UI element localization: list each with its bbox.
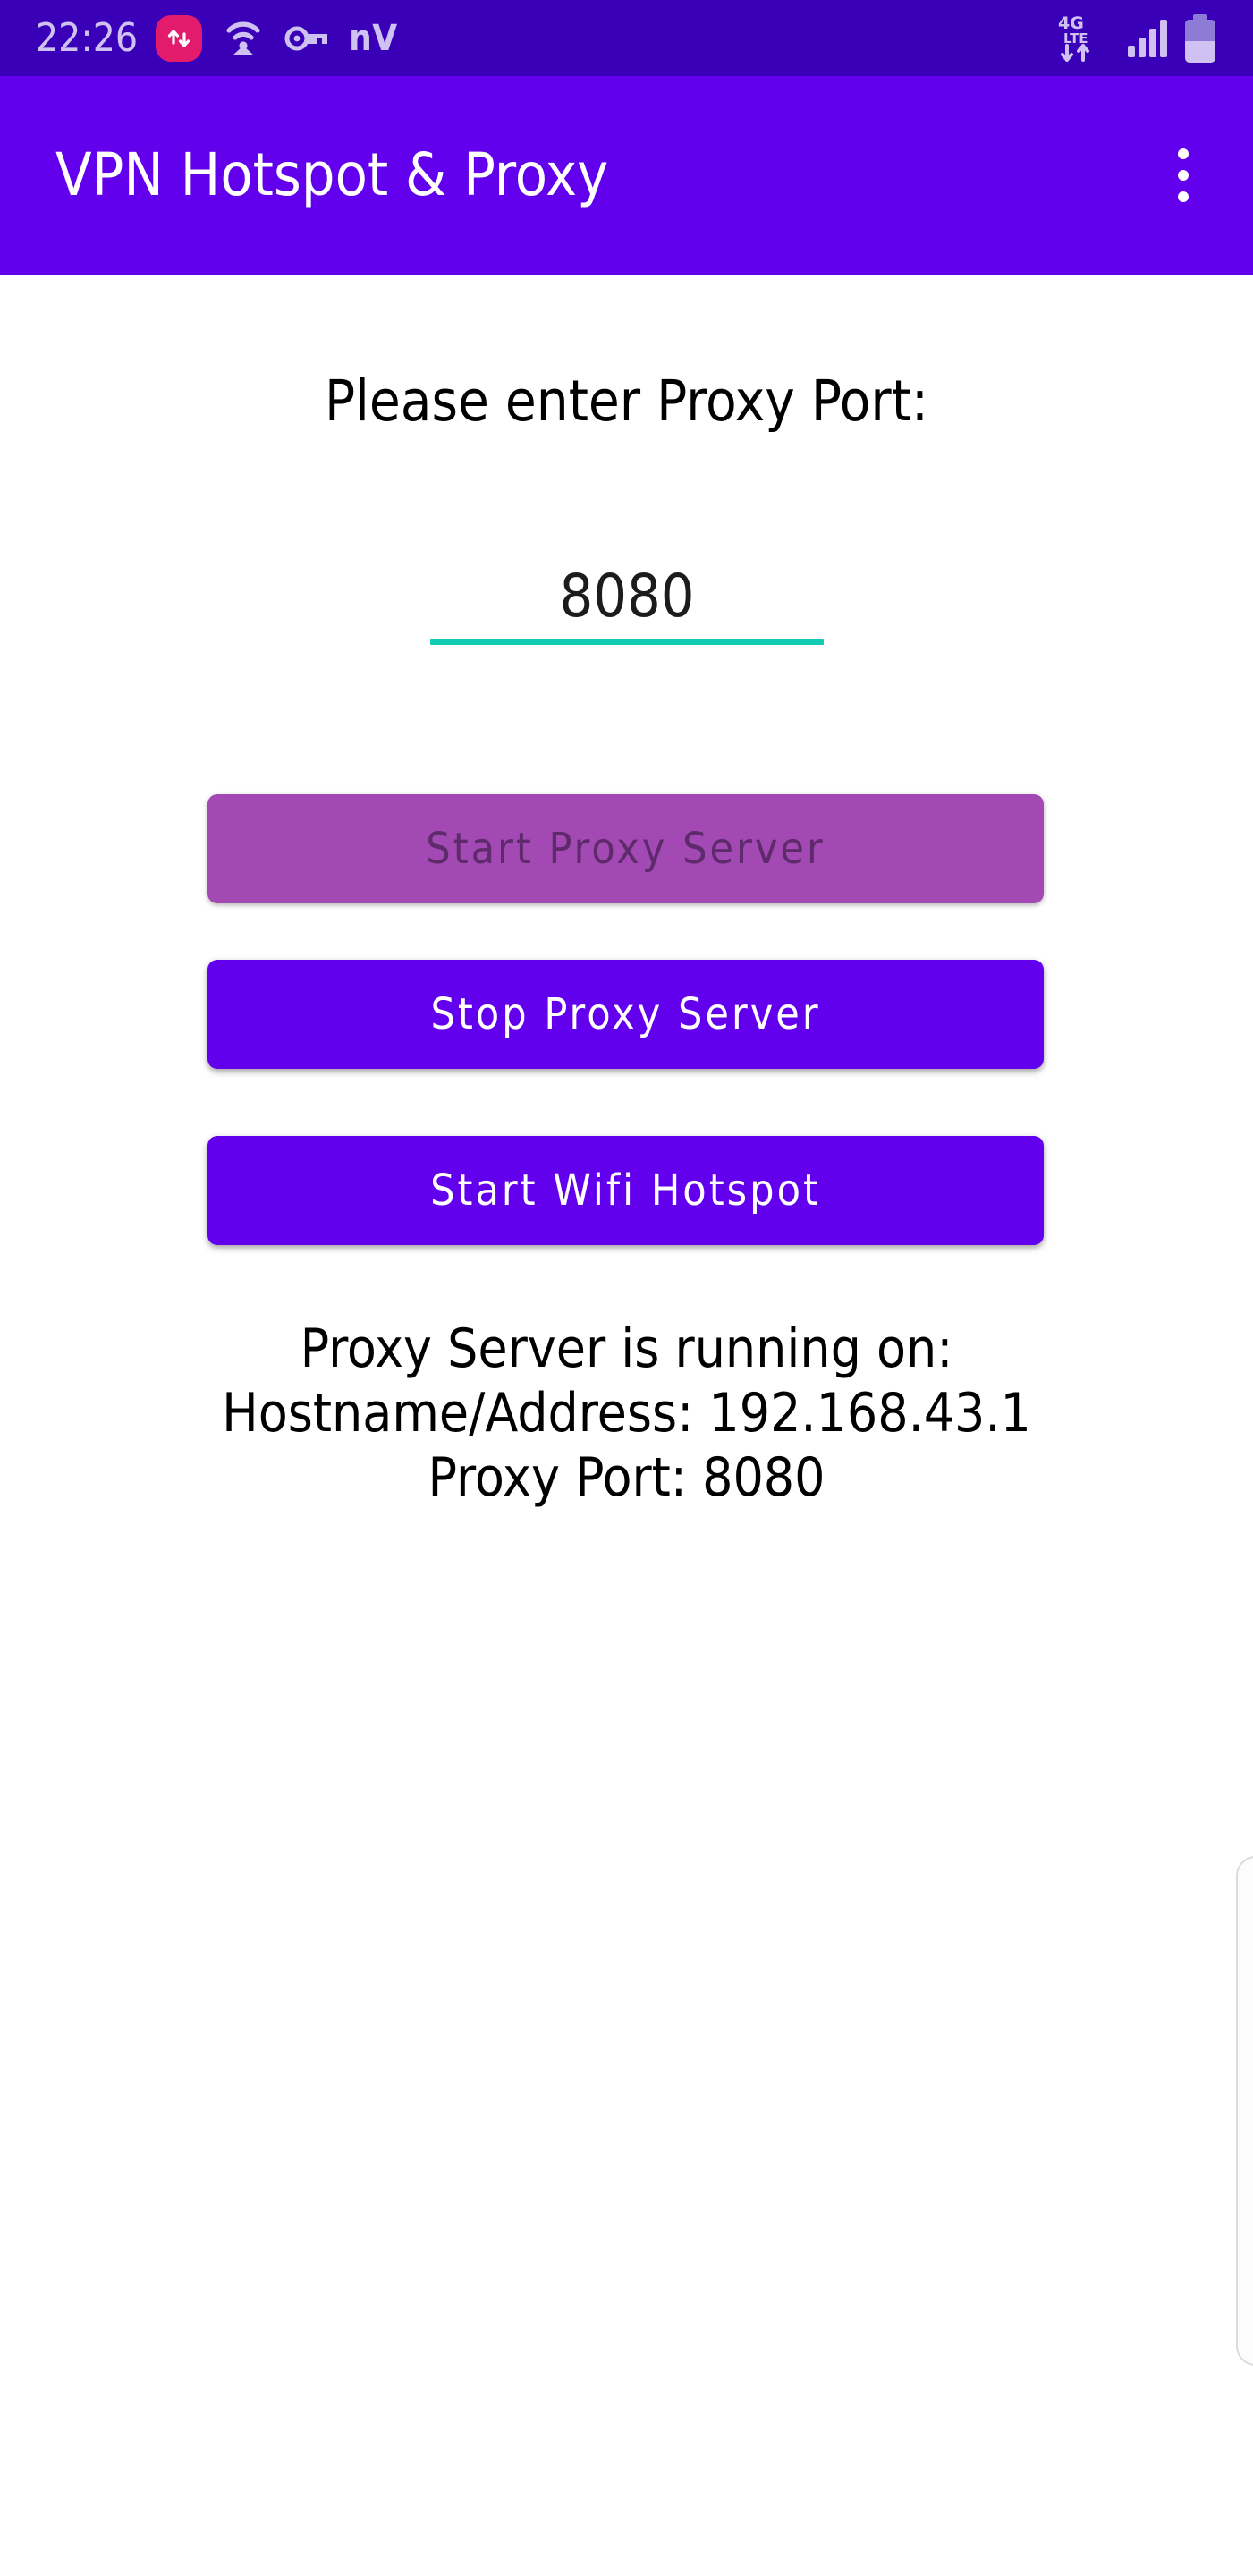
- app-bar: VPN Hotspot & Proxy: [0, 76, 1253, 275]
- status-bar-left-group: 22:26 nV: [36, 14, 398, 62]
- proxy-port-input-wrapper: [430, 564, 824, 645]
- signal-bars-icon: [1128, 19, 1167, 57]
- overflow-dot: [1178, 170, 1189, 181]
- data-transfer-arrows-icon: [156, 14, 203, 62]
- app-title: VPN Hotspot & Proxy: [55, 140, 609, 209]
- stop-proxy-server-button[interactable]: Stop Proxy Server: [207, 960, 1044, 1069]
- network-type-icon: 4G LTE: [1056, 12, 1113, 65]
- vpn-status-label: nV: [349, 17, 398, 59]
- proxy-port-input-underline: [430, 638, 824, 645]
- edge-panel-handle[interactable]: [1236, 1856, 1253, 2366]
- status-line-running: Proxy Server is running on:: [300, 1318, 953, 1380]
- status-bar-right-group: 4G LTE: [1056, 12, 1219, 65]
- status-line-port: Proxy Port: 8080: [428, 1446, 825, 1509]
- hotspot-icon: [220, 16, 267, 61]
- status-bar: 22:26 nV 4G LTE: [0, 0, 1253, 76]
- main-content: Please enter Proxy Port: Start Proxy Ser…: [0, 275, 1253, 2576]
- start-wifi-hotspot-button[interactable]: Start Wifi Hotspot: [207, 1136, 1044, 1245]
- proxy-port-prompt-label: Please enter Proxy Port:: [324, 369, 929, 434]
- proxy-status-text: Proxy Server is running on: Hostname/Add…: [0, 1319, 1253, 1513]
- overflow-dot: [1178, 148, 1189, 159]
- battery-icon: [1181, 13, 1219, 64]
- start-proxy-server-button[interactable]: Start Proxy Server: [207, 794, 1044, 903]
- proxy-port-input[interactable]: [430, 564, 824, 639]
- overflow-menu-icon[interactable]: [1149, 132, 1217, 218]
- status-line-hostname: Hostname/Address: 192.168.43.1: [222, 1382, 1031, 1445]
- overflow-dot: [1178, 191, 1189, 202]
- status-bar-clock: 22:26: [36, 14, 139, 61]
- vpn-key-icon: [284, 21, 331, 55]
